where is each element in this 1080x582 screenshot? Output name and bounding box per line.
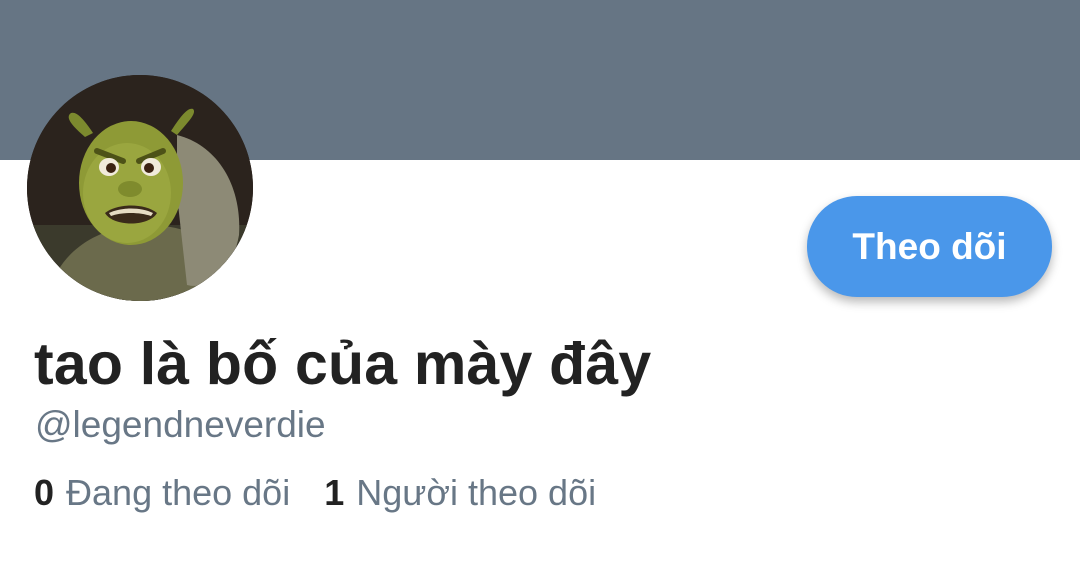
avatar-image bbox=[27, 75, 253, 301]
user-handle: @legendneverdie bbox=[35, 404, 326, 445]
following-label: Đang theo dõi bbox=[66, 472, 291, 513]
follow-button[interactable]: Theo dõi bbox=[807, 196, 1052, 297]
followers-label: Người theo dõi bbox=[356, 472, 597, 513]
follow-stats: 0 Đang theo dõi 1 Người theo dõi bbox=[34, 472, 596, 514]
profile-page: Theo dõi tao là bố của mày đây @legendne… bbox=[0, 0, 1080, 582]
display-name: tao là bố của mày đây bbox=[34, 331, 652, 397]
avatar[interactable] bbox=[27, 75, 253, 301]
followers-stat[interactable]: 1 Người theo dõi bbox=[324, 472, 596, 514]
following-stat[interactable]: 0 Đang theo dõi bbox=[34, 472, 290, 514]
following-count: 0 bbox=[34, 472, 55, 513]
followers-count: 1 bbox=[324, 472, 345, 513]
